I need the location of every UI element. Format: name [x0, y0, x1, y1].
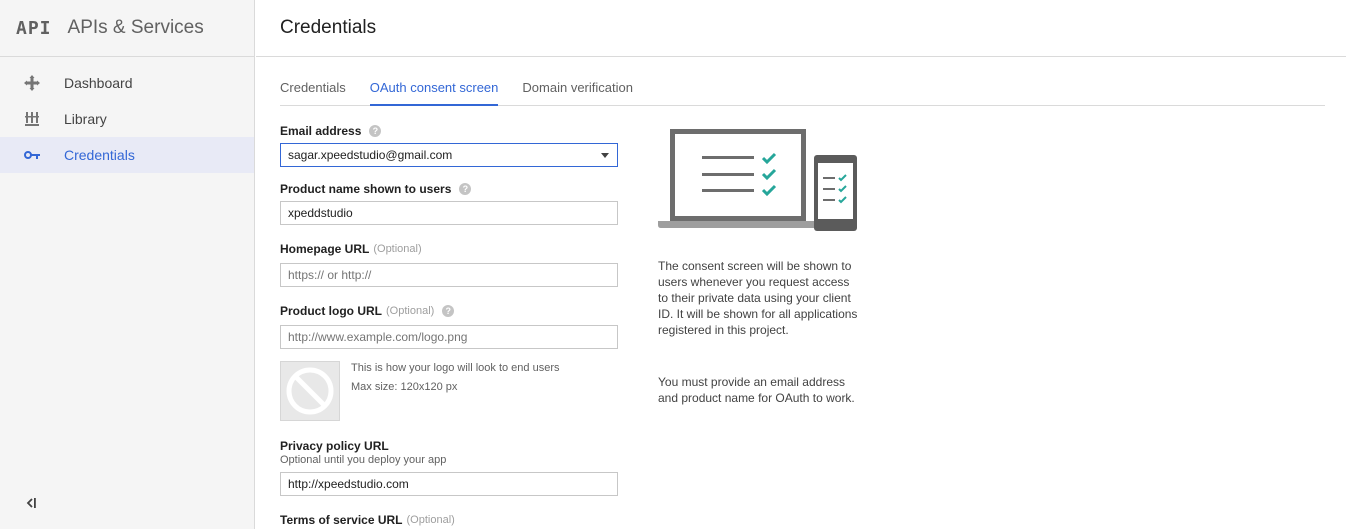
help-icon[interactable]: ?	[459, 183, 472, 195]
page-header: Credentials	[256, 0, 1346, 57]
help-icon[interactable]: ?	[442, 305, 455, 317]
sidebar-nav: Dashboard Library Credentials	[0, 57, 254, 173]
key-icon	[0, 150, 64, 160]
dashboard-icon	[0, 75, 64, 91]
terms-label-text: Terms of service URL	[280, 513, 403, 527]
logo-url-label-text: Product logo URL	[280, 304, 382, 318]
sidebar: API APIs & Services Dashboard Library Cr…	[0, 0, 255, 529]
optional-tag: (Optional)	[373, 243, 422, 255]
product-name-label: Product name shown to users ?	[280, 182, 472, 196]
email-label: Email address ?	[280, 124, 382, 138]
homepage-url-input[interactable]	[280, 263, 618, 287]
product-name-label-text: Product name shown to users	[280, 182, 452, 196]
email-select[interactable]: sagar.xpeedstudio@gmail.com	[280, 143, 618, 167]
consent-info-text: The consent screen will be shown to user…	[658, 259, 858, 337]
product-title: APIs & Services	[67, 17, 204, 38]
collapse-sidebar-icon[interactable]	[24, 495, 40, 511]
library-icon	[0, 112, 64, 126]
product-name-input[interactable]	[280, 201, 618, 225]
terms-label: Terms of service URL (Optional)	[280, 513, 455, 527]
homepage-label-text: Homepage URL	[280, 242, 370, 256]
no-image-icon	[286, 367, 334, 415]
page-title: Credentials	[280, 17, 377, 38]
chevron-down-icon	[601, 152, 609, 158]
tab-credentials[interactable]: Credentials	[280, 72, 346, 106]
sidebar-item-dashboard[interactable]: Dashboard	[0, 65, 254, 101]
sidebar-item-label: Library	[64, 111, 107, 127]
logo-preview	[280, 361, 340, 421]
logo-max-size: Max size: 120x120 px	[351, 381, 458, 393]
tab-bar: Credentials OAuth consent screen Domain …	[280, 72, 1325, 106]
logo-url-input[interactable]	[280, 325, 618, 349]
consent-requirement-text: You must provide an email address and pr…	[658, 375, 855, 405]
sidebar-brand: API APIs & Services	[0, 0, 254, 57]
sidebar-item-library[interactable]: Library	[0, 101, 254, 137]
privacy-label: Privacy policy URL	[280, 439, 389, 453]
homepage-label: Homepage URL (Optional)	[280, 242, 422, 256]
sidebar-item-label: Dashboard	[64, 75, 133, 91]
email-label-text: Email address	[280, 124, 362, 138]
logo-url-label: Product logo URL (Optional) ?	[280, 304, 455, 318]
email-select-value: sagar.xpeedstudio@gmail.com	[288, 148, 453, 162]
optional-tag: (Optional)	[386, 305, 435, 317]
sidebar-item-credentials[interactable]: Credentials	[0, 137, 254, 173]
privacy-url-input[interactable]	[280, 472, 618, 496]
privacy-label-text: Privacy policy URL	[280, 439, 389, 453]
help-icon[interactable]: ?	[369, 125, 382, 137]
sidebar-item-label: Credentials	[64, 147, 135, 163]
optional-tag: (Optional)	[406, 514, 455, 526]
privacy-hint: Optional until you deploy your app	[280, 454, 447, 466]
tab-domain-verification[interactable]: Domain verification	[522, 72, 633, 106]
api-logo: API	[16, 17, 52, 39]
logo-hint: This is how your logo will look to end u…	[351, 362, 560, 374]
consent-illustration	[658, 129, 857, 231]
tab-oauth-consent-screen[interactable]: OAuth consent screen	[369, 72, 499, 106]
